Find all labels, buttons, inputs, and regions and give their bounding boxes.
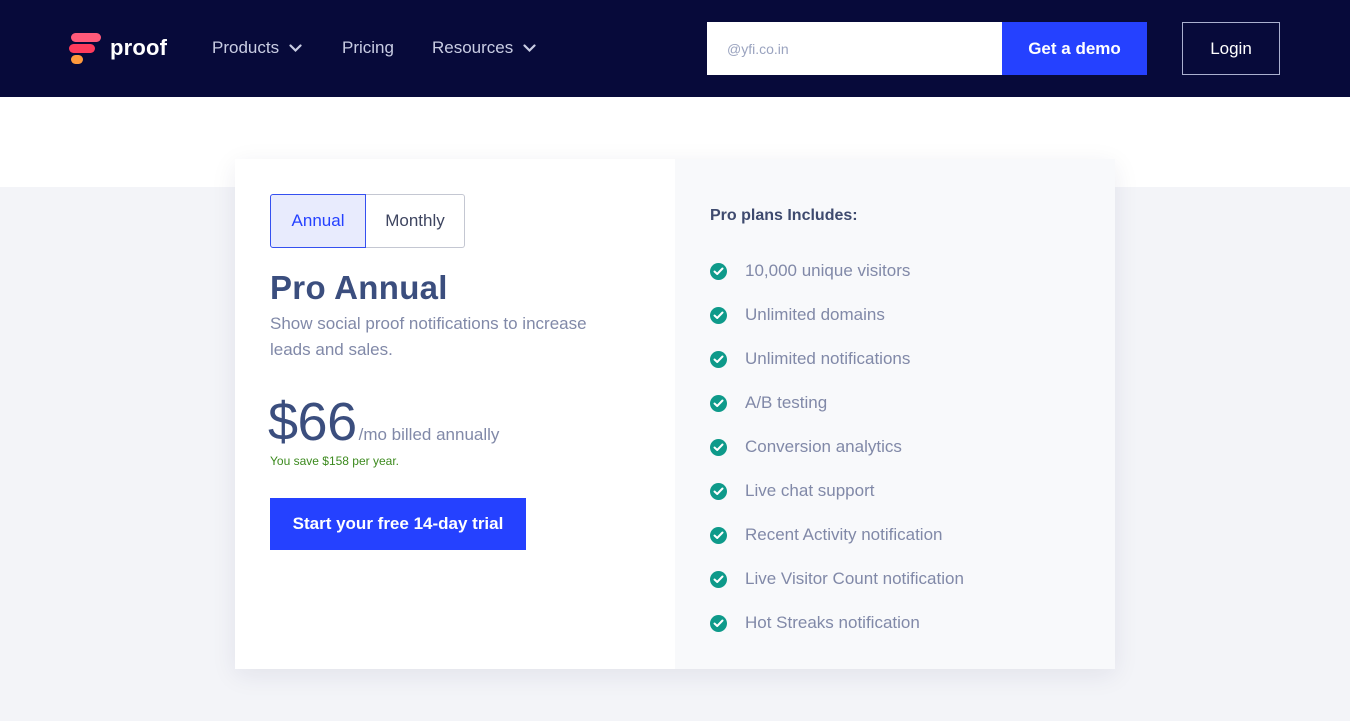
monthly-toggle-button[interactable]: Monthly xyxy=(366,194,465,248)
includes-title: Pro plans Includes: xyxy=(710,207,858,224)
pricing-card: Annual Monthly Pro Annual Show social pr… xyxy=(235,159,1115,669)
feature-label: Hot Streaks notification xyxy=(745,613,920,632)
price-row: $66 /mo billed annually xyxy=(268,391,499,453)
check-icon xyxy=(710,394,727,412)
check-icon xyxy=(710,306,727,324)
savings-note: You save $158 per year. xyxy=(270,454,399,468)
price-amount: $66 xyxy=(268,392,357,452)
feature-label: A/B testing xyxy=(745,393,828,412)
check-icon xyxy=(710,438,727,456)
feature-label: Live Visitor Count notification xyxy=(745,569,964,588)
nav-pricing[interactable]: Pricing xyxy=(342,38,394,58)
feature-item: Hot Streaks notification xyxy=(710,601,964,645)
check-icon xyxy=(710,526,727,544)
email-input[interactable] xyxy=(707,22,1002,75)
nav-products-label: Products xyxy=(212,38,280,57)
check-icon xyxy=(710,262,727,280)
check-icon xyxy=(710,570,727,588)
feature-item: Live Visitor Count notification xyxy=(710,557,964,601)
plan-panel: Annual Monthly Pro Annual Show social pr… xyxy=(235,159,675,669)
nav-resources[interactable]: Resources xyxy=(432,38,536,58)
feature-label: Unlimited notifications xyxy=(745,349,911,368)
feature-list: 10,000 unique visitors Unlimited domains… xyxy=(710,249,964,645)
feature-item: Recent Activity notification xyxy=(710,513,964,557)
annual-toggle-button[interactable]: Annual xyxy=(270,194,366,248)
feature-label: Unlimited domains xyxy=(745,305,885,324)
feature-item: A/B testing xyxy=(710,381,964,425)
feature-label: 10,000 unique visitors xyxy=(745,261,911,280)
chevron-down-icon xyxy=(523,38,536,58)
feature-item: 10,000 unique visitors xyxy=(710,249,964,293)
top-nav: proof Products Pricing Resources Get a d… xyxy=(0,0,1350,97)
feature-item: Unlimited notifications xyxy=(710,337,964,381)
feature-label: Conversion analytics xyxy=(745,437,902,456)
get-a-demo-button[interactable]: Get a demo xyxy=(1002,22,1147,75)
includes-panel: Pro plans Includes: 10,000 unique visito… xyxy=(675,159,1115,669)
proof-logo-icon xyxy=(69,33,101,64)
feature-label: Recent Activity notification xyxy=(745,525,943,544)
check-icon xyxy=(710,482,727,500)
check-icon xyxy=(710,614,727,632)
nav-pricing-label: Pricing xyxy=(342,38,394,57)
feature-item: Live chat support xyxy=(710,469,964,513)
feature-label: Live chat support xyxy=(745,481,875,500)
proof-logo[interactable]: proof xyxy=(69,31,167,65)
price-suffix: /mo billed annually xyxy=(358,425,500,444)
login-button[interactable]: Login xyxy=(1182,22,1280,75)
start-trial-button[interactable]: Start your free 14-day trial xyxy=(270,498,526,550)
nav-resources-label: Resources xyxy=(432,38,514,57)
billing-toggle: Annual Monthly xyxy=(270,194,465,248)
chevron-down-icon xyxy=(289,38,302,58)
feature-item: Unlimited domains xyxy=(710,293,964,337)
logo-text: proof xyxy=(110,35,168,60)
check-icon xyxy=(710,350,727,368)
feature-item: Conversion analytics xyxy=(710,425,964,469)
plan-description: Show social proof notifications to incre… xyxy=(270,314,587,359)
plan-title: Pro Annual xyxy=(270,269,448,306)
nav-products[interactable]: Products xyxy=(212,38,302,58)
